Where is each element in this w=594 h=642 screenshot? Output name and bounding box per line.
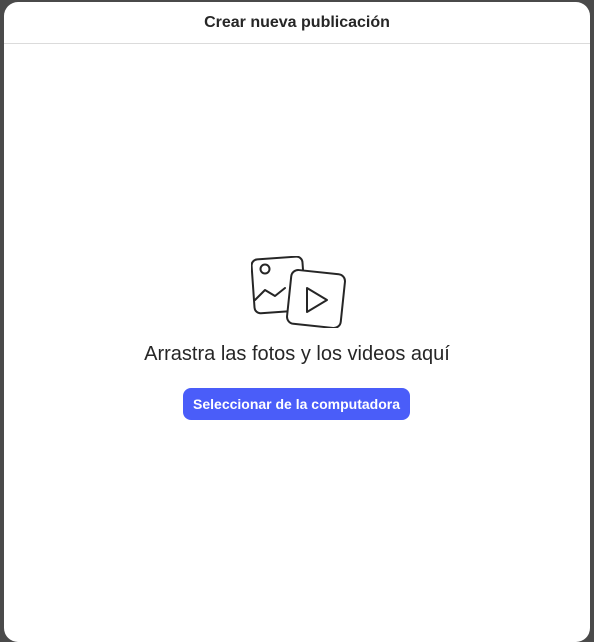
photo-video-icon <box>251 256 346 328</box>
upload-drop-zone[interactable]: Arrastra las fotos y los videos aquí Sel… <box>4 44 590 642</box>
modal-header: Crear nueva publicación <box>4 2 590 44</box>
drop-instructions: Arrastra las fotos y los videos aquí <box>144 343 450 365</box>
create-post-modal: Crear nueva publicación Arrastra las fot… <box>4 2 590 642</box>
modal-title: Crear nueva publicación <box>204 13 390 31</box>
select-from-computer-button[interactable]: Seleccionar de la computadora <box>183 388 410 420</box>
video-icon <box>286 269 346 328</box>
